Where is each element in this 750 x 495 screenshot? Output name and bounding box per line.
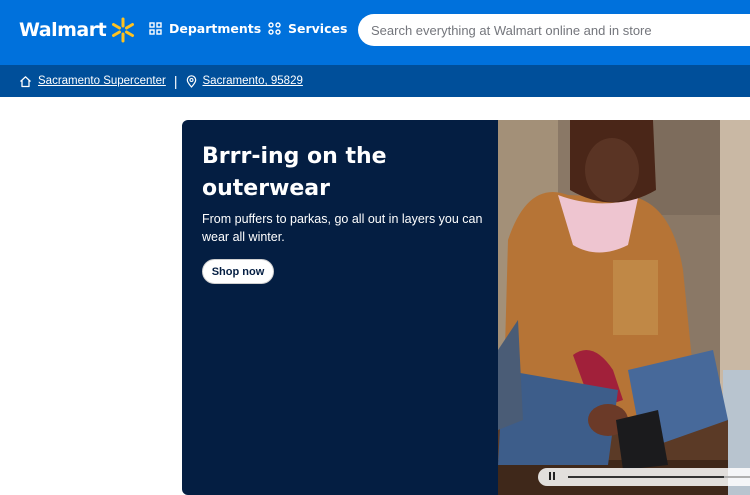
walmart-logo[interactable]: Walmart: [19, 17, 136, 43]
location-bar: Sacramento Supercenter | Sacramento, 958…: [0, 65, 750, 97]
carousel-progress[interactable]: [538, 468, 750, 486]
address-link[interactable]: Sacramento, 95829: [203, 75, 303, 87]
progress-fill: [568, 476, 724, 478]
brand-name: Walmart: [19, 19, 107, 41]
top-header: Walmart Departments Services Search ever…: [0, 0, 750, 65]
departments-label: Departments: [169, 21, 262, 36]
home-icon: [20, 75, 31, 87]
pause-icon[interactable]: [549, 472, 559, 482]
shop-now-button[interactable]: Shop now: [202, 259, 274, 284]
walmart-spark-icon: [112, 17, 135, 43]
departments-button[interactable]: Departments: [149, 21, 261, 36]
progress-track: [568, 476, 750, 478]
services-label: Services: [288, 21, 348, 36]
location-pin-icon: [186, 74, 196, 88]
services-button[interactable]: Services: [268, 21, 347, 36]
grid-icon: [149, 22, 162, 35]
location-separator: |: [173, 73, 178, 89]
search-bar[interactable]: [358, 14, 750, 46]
hero-title: Brrr-ing on the outerwear: [202, 144, 387, 201]
hero-subtitle: From puffers to parkas, go all out in la…: [202, 212, 483, 244]
hero-image: [498, 120, 750, 495]
store-link[interactable]: Sacramento Supercenter: [38, 75, 166, 87]
hero-text-panel: Brrr-ing on the outerwear From puffers t…: [182, 120, 498, 495]
grid-icon: [268, 22, 281, 35]
hero-banner[interactable]: Brrr-ing on the outerwear From puffers t…: [182, 120, 750, 495]
search-input[interactable]: [371, 22, 750, 38]
